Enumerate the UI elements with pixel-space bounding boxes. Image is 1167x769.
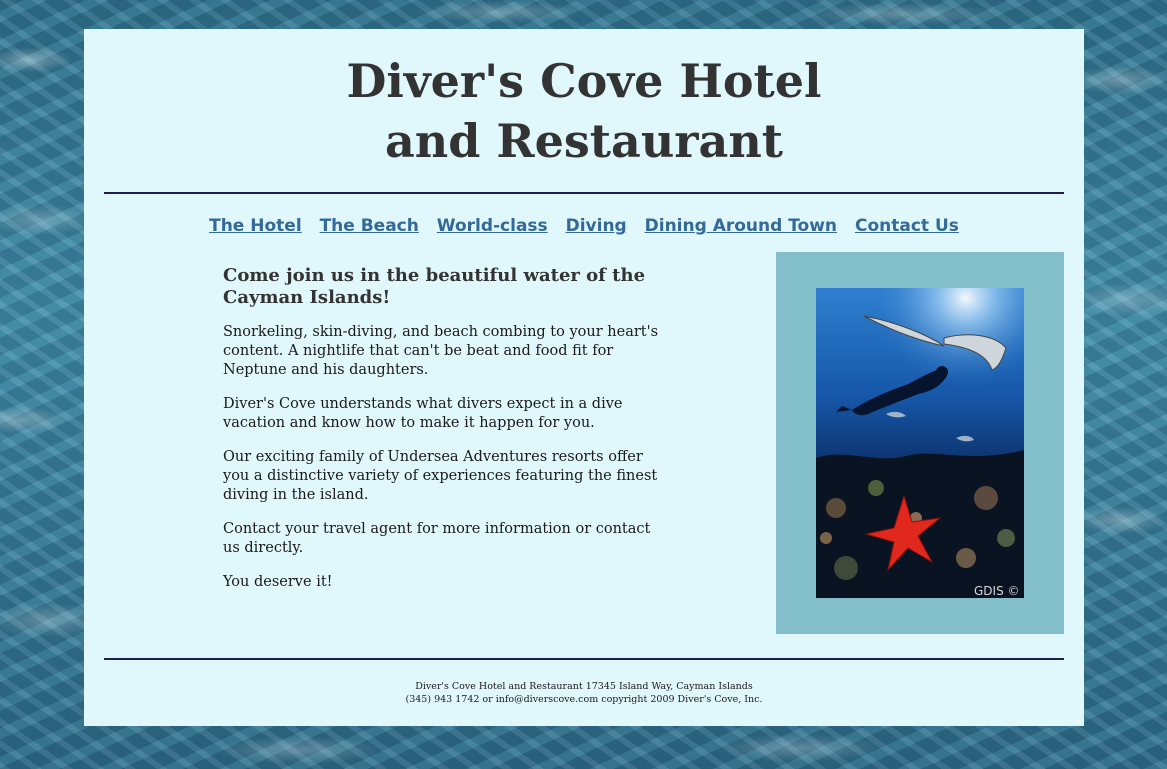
content-heading: Come join us in the beautiful water of t… — [223, 265, 646, 308]
nav-link-world-class[interactable]: World-class — [437, 216, 548, 236]
nav-link-the-beach[interactable]: The Beach — [320, 216, 419, 236]
header-divider — [104, 192, 1064, 194]
content-paragraph: Snorkeling, skin-diving, and beach combi… — [223, 324, 659, 378]
main-nav: The Hotel The Beach World-class Diving D… — [84, 215, 1084, 237]
footer-address: Diver's Cove Hotel and Restaurant 17345 … — [415, 681, 753, 692]
nav-link-contact-us[interactable]: Contact Us — [855, 216, 959, 236]
footer-divider — [104, 658, 1064, 660]
site-title-line2: and Restaurant — [384, 114, 784, 168]
photo-credit: GDIS © — [974, 584, 1020, 598]
content-paragraph: Diver's Cove understands what divers exp… — [223, 396, 623, 431]
content-paragraph: You deserve it! — [223, 574, 333, 590]
image-frame: GDIS © — [776, 252, 1064, 634]
diver-starfish-photo: GDIS © — [816, 288, 1024, 598]
footer: Diver's Cove Hotel and Restaurant 17345 … — [84, 680, 1084, 706]
page-container: Diver's Cove Hotel and Restaurant The Ho… — [84, 29, 1084, 726]
content-paragraph: Our exciting family of Undersea Adventur… — [223, 449, 658, 503]
nav-link-diving[interactable]: Diving — [566, 216, 627, 236]
footer-contact: (345) 943 1742 or info@diverscove.com co… — [405, 694, 763, 705]
site-title-line1: Diver's Cove Hotel — [346, 54, 822, 108]
content-paragraph: Contact your travel agent for more infor… — [223, 521, 651, 556]
nav-link-dining-around-town[interactable]: Dining Around Town — [645, 216, 837, 236]
main-content: Come join us in the beautiful water of t… — [223, 265, 663, 607]
nav-link-the-hotel[interactable]: The Hotel — [209, 216, 302, 236]
site-title: Diver's Cove Hotel and Restaurant — [84, 51, 1084, 171]
